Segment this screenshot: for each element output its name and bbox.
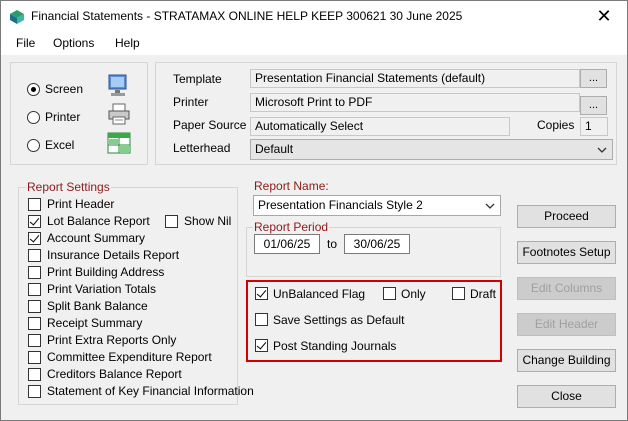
- report-setting-checkbox[interactable]: [28, 215, 41, 228]
- letterhead-value: Default: [255, 142, 294, 156]
- report-setting-checkbox[interactable]: [28, 334, 41, 347]
- screen-radio[interactable]: [27, 83, 40, 96]
- screen-label: Screen: [45, 82, 84, 96]
- report-setting-label: Split Bank Balance: [47, 299, 148, 313]
- chevron-down-icon: [597, 147, 607, 153]
- template-field[interactable]: Presentation Financial Statements (defau…: [250, 69, 580, 88]
- report-setting-label: Receipt Summary: [47, 316, 143, 330]
- save-default-label: Save Settings as Default: [273, 313, 405, 327]
- printer-setting-label: Printer: [173, 95, 209, 109]
- report-setting-label: Print Header: [47, 197, 115, 211]
- window-title: Financial Statements - STRATAMAX ONLINE …: [31, 9, 463, 23]
- monitor-icon: [108, 74, 127, 96]
- report-setting-label: Print Extra Reports Only: [47, 333, 177, 347]
- unbalanced-flag-checkbox[interactable]: [255, 287, 268, 300]
- post-journals-label: Post Standing Journals: [273, 339, 397, 353]
- title-bar: Financial Statements - STRATAMAX ONLINE …: [1, 1, 627, 31]
- template-label: Template: [173, 72, 222, 86]
- draft-checkbox[interactable]: [452, 287, 465, 300]
- period-to-label: to: [327, 237, 338, 251]
- edit-columns-button[interactable]: Edit Columns: [517, 277, 616, 300]
- menu-help[interactable]: Help: [115, 36, 140, 50]
- close-window-icon[interactable]: ✕: [581, 1, 627, 31]
- report-setting-label: Creditors Balance Report: [47, 367, 182, 381]
- printer-browse-button[interactable]: ...: [580, 96, 607, 115]
- save-default-checkbox[interactable]: [255, 313, 268, 326]
- report-setting-checkbox[interactable]: [28, 232, 41, 245]
- only-label: Only: [401, 287, 426, 301]
- report-setting-checkbox[interactable]: [28, 317, 41, 330]
- report-setting-label: Statement of Key Financial Information: [47, 384, 254, 398]
- spreadsheet-icon: [107, 132, 131, 154]
- template-browse-button[interactable]: ...: [580, 69, 607, 88]
- paper-source-field[interactable]: Automatically Select: [250, 117, 510, 136]
- printer-icon: [108, 103, 130, 125]
- period-from-field[interactable]: 01/06/25: [254, 234, 320, 254]
- report-setting-label: Print Variation Totals: [47, 282, 156, 296]
- show-nil-checkbox[interactable]: [165, 215, 178, 228]
- letterhead-label: Letterhead: [173, 141, 231, 155]
- post-journals-checkbox[interactable]: [255, 339, 268, 352]
- printer-field[interactable]: Microsoft Print to PDF: [250, 93, 580, 112]
- only-checkbox[interactable]: [383, 287, 396, 300]
- report-setting-checkbox[interactable]: [28, 283, 41, 296]
- report-setting-checkbox[interactable]: [28, 249, 41, 262]
- report-setting-label: Print Building Address: [47, 265, 165, 279]
- report-period-title: Report Period: [253, 220, 330, 234]
- paper-source-label: Paper Source: [173, 118, 247, 132]
- edit-header-button[interactable]: Edit Header: [517, 313, 616, 336]
- close-button[interactable]: Close: [517, 385, 616, 408]
- report-setting-checkbox[interactable]: [28, 385, 41, 398]
- report-settings-title: Report Settings: [26, 180, 111, 194]
- report-setting-label: Account Summary: [47, 231, 146, 245]
- change-building-button[interactable]: Change Building: [517, 349, 616, 372]
- report-setting-label: Lot Balance Report: [47, 214, 150, 228]
- report-setting-checkbox[interactable]: [28, 198, 41, 211]
- printer-settings-panel: Template Presentation Financial Statemen…: [155, 62, 617, 165]
- draft-label: Draft: [470, 287, 497, 301]
- copies-label: Copies: [537, 118, 575, 132]
- output-destination-panel: Screen Printer Excel: [10, 62, 148, 165]
- report-setting-checkbox[interactable]: [28, 266, 41, 279]
- footnotes-setup-button[interactable]: Footnotes Setup: [517, 241, 616, 264]
- report-name-dropdown[interactable]: Presentation Financials Style 2: [253, 195, 501, 216]
- report-setting-label: Insurance Details Report: [47, 248, 180, 262]
- menu-bar: File Options Help: [1, 31, 627, 55]
- report-setting-label: Committee Expenditure Report: [47, 350, 212, 364]
- report-setting-checkbox[interactable]: [28, 368, 41, 381]
- printer-radio[interactable]: [27, 111, 40, 124]
- printer-label: Printer: [45, 110, 81, 124]
- copies-field[interactable]: 1: [580, 117, 608, 136]
- unbalanced-flag-label: UnBalanced Flag: [273, 287, 366, 301]
- letterhead-dropdown[interactable]: Default: [250, 139, 613, 160]
- show-nil-label: Show Nil: [184, 214, 232, 228]
- financial-statements-window: Financial Statements - STRATAMAX ONLINE …: [0, 0, 628, 421]
- period-to-field[interactable]: 30/06/25: [344, 234, 410, 254]
- excel-label: Excel: [45, 138, 75, 152]
- app-icon: [10, 10, 24, 24]
- menu-options[interactable]: Options: [53, 36, 94, 50]
- report-setting-checkbox[interactable]: [28, 300, 41, 313]
- report-name-value: Presentation Financials Style 2: [258, 198, 423, 212]
- report-setting-checkbox[interactable]: [28, 351, 41, 364]
- chevron-down-icon: [485, 203, 495, 209]
- proceed-button[interactable]: Proceed: [517, 205, 616, 228]
- report-name-label: Report Name:: [253, 179, 330, 193]
- excel-radio[interactable]: [27, 139, 40, 152]
- menu-file[interactable]: File: [16, 36, 35, 50]
